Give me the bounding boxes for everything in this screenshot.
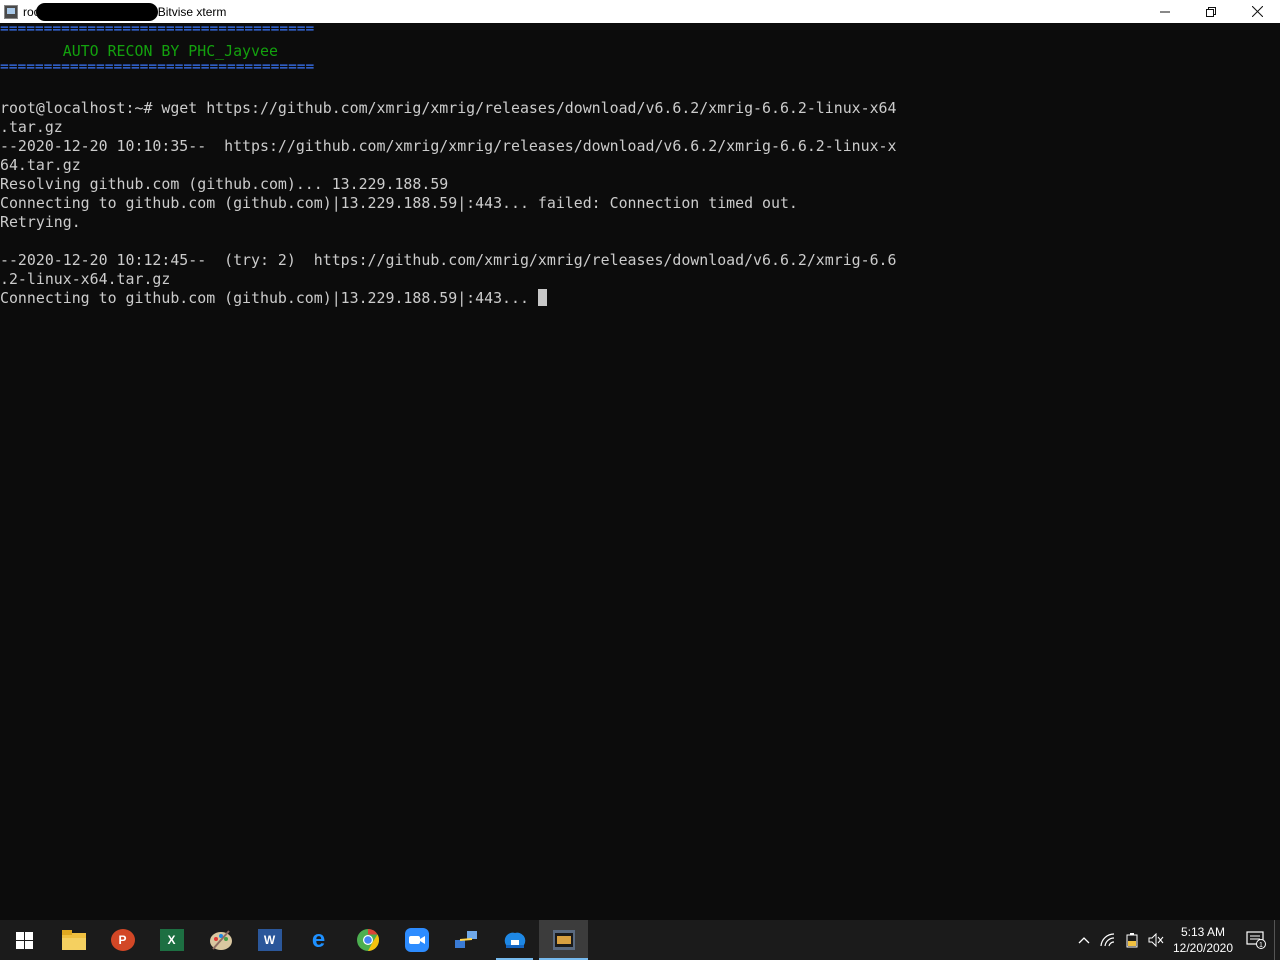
taskbar-app-zoom[interactable] bbox=[392, 920, 441, 960]
taskbar-app-paint[interactable] bbox=[196, 920, 245, 960]
system-tray: 5:13 AM 12/20/2020 1 bbox=[1072, 920, 1280, 960]
show-desktop-button[interactable] bbox=[1274, 920, 1280, 960]
powerpoint-icon: P bbox=[110, 929, 135, 951]
battery-icon bbox=[1126, 933, 1138, 948]
taskbar-app-edge[interactable]: e bbox=[294, 920, 343, 960]
clock-time: 5:13 AM bbox=[1180, 925, 1226, 939]
volume-muted-icon bbox=[1148, 933, 1164, 947]
excel-icon: X bbox=[159, 929, 184, 951]
banner-rule-bottom: ==================================== bbox=[0, 59, 315, 75]
terminal-current-line: Connecting to github.com (github.com)|13… bbox=[0, 289, 1264, 308]
notification-count: 1 bbox=[1259, 942, 1263, 949]
paint-icon bbox=[209, 930, 232, 950]
minimize-icon bbox=[1160, 11, 1170, 12]
edge-icon: e bbox=[311, 926, 326, 953]
zoom-icon bbox=[404, 928, 429, 952]
current-line-text: Connecting to github.com (github.com)|13… bbox=[0, 289, 538, 307]
taskbar-app-chrome[interactable] bbox=[343, 920, 392, 960]
terminal-line: .tar.gz bbox=[0, 118, 63, 136]
volume-button[interactable] bbox=[1144, 920, 1168, 960]
taskbar-app-network-tool[interactable] bbox=[441, 920, 490, 960]
bitvise-xterm-icon bbox=[552, 930, 575, 950]
taskbar-app-powerpoint[interactable]: P bbox=[98, 920, 147, 960]
taskbar-app-vpn[interactable] bbox=[490, 920, 539, 960]
system-clock[interactable]: 5:13 AM 12/20/2020 bbox=[1168, 924, 1238, 956]
terminal-line: --2020-12-20 10:10:35-- https://github.c… bbox=[0, 137, 897, 155]
file-explorer-icon bbox=[61, 930, 86, 950]
banner-rule-top: ==================================== bbox=[0, 23, 315, 37]
restore-button[interactable] bbox=[1188, 0, 1234, 23]
show-hidden-icons-button[interactable] bbox=[1072, 920, 1096, 960]
minimize-button[interactable] bbox=[1142, 0, 1188, 23]
terminal-line: 64.tar.gz bbox=[0, 156, 81, 174]
restore-icon bbox=[1206, 6, 1216, 17]
notifications-icon: 1 bbox=[1246, 931, 1266, 949]
taskbar: P X W e 5:13 AM 12/20/2020 1 bbox=[0, 920, 1280, 960]
terminal-line: root@localhost:~# wget https://github.co… bbox=[0, 99, 897, 117]
network-button[interactable] bbox=[1096, 920, 1120, 960]
chrome-icon bbox=[356, 929, 379, 951]
close-icon bbox=[1251, 6, 1263, 17]
terminal-line: --2020-12-20 10:12:45-- (try: 2) https:/… bbox=[0, 251, 897, 269]
clock-date: 12/20/2020 bbox=[1172, 941, 1234, 955]
word-icon: W bbox=[257, 929, 282, 951]
terminal-line: Retrying. bbox=[0, 213, 81, 231]
terminal-line: Connecting to github.com (github.com)|13… bbox=[0, 194, 798, 212]
bitvise-app-icon[interactable] bbox=[4, 4, 18, 19]
terminal-line: .2-linux-x64.tar.gz bbox=[0, 270, 171, 288]
vpn-icon bbox=[504, 932, 525, 948]
start-button[interactable] bbox=[0, 920, 49, 960]
action-center-button[interactable]: 1 bbox=[1238, 920, 1274, 960]
terminal-output[interactable]: ==================================== AUT… bbox=[0, 23, 1264, 920]
chevron-up-icon bbox=[1078, 937, 1090, 944]
taskbar-app-word[interactable]: W bbox=[245, 920, 294, 960]
window-controls bbox=[1142, 0, 1280, 23]
network-tool-icon bbox=[454, 931, 477, 948]
terminal-cursor bbox=[537, 289, 547, 306]
terminal-scrollbar[interactable] bbox=[1264, 23, 1280, 920]
window-title-app: Bitvise xterm bbox=[157, 4, 227, 19]
window-titlebar: root Bitvise xterm bbox=[0, 0, 1280, 23]
terminal-line: Resolving github.com (github.com)... 13.… bbox=[0, 175, 449, 193]
windows-logo-icon bbox=[16, 931, 33, 949]
taskbar-app-excel[interactable]: X bbox=[147, 920, 196, 960]
close-button[interactable] bbox=[1234, 0, 1280, 23]
taskbar-app-file-explorer[interactable] bbox=[49, 920, 98, 960]
wifi-icon bbox=[1100, 933, 1115, 947]
battery-button[interactable] bbox=[1120, 920, 1144, 960]
taskbar-app-bitvise-xterm[interactable] bbox=[539, 920, 588, 960]
redaction-mark bbox=[35, 2, 158, 21]
